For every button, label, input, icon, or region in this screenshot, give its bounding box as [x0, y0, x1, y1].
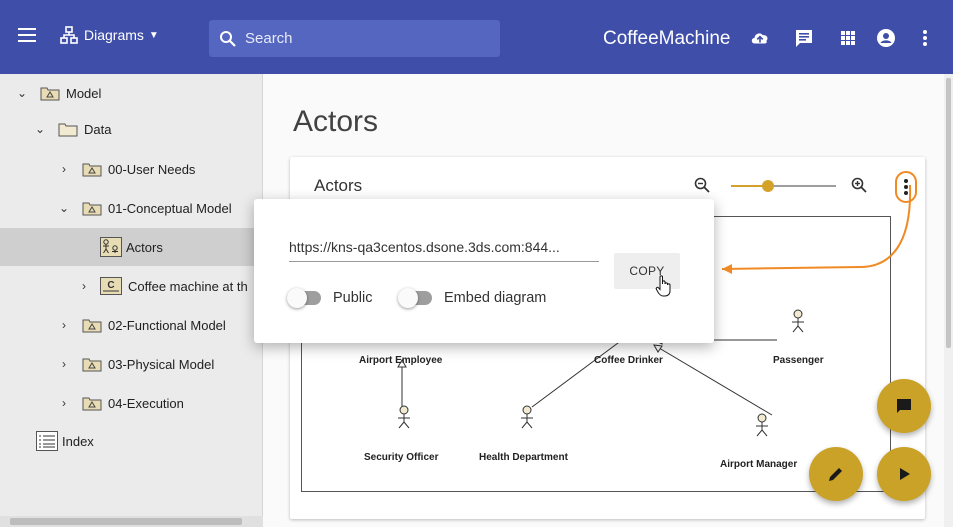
tree-item-execution[interactable]: › 04-Execution: [0, 384, 262, 422]
tree-item-label: Data: [84, 121, 112, 137]
chevron-down-icon[interactable]: ⌄: [34, 122, 46, 136]
model-folder-icon: [82, 397, 102, 410]
actors-diagram-icon: [100, 237, 122, 257]
page-title: Actors: [293, 105, 379, 138]
model-folder-icon: [82, 319, 102, 332]
chevron-right-icon[interactable]: ›: [58, 318, 70, 332]
actor-label: Passenger: [773, 355, 824, 366]
tree-item-data[interactable]: ⌄ Data: [0, 110, 262, 148]
model-folder-icon: [82, 202, 102, 215]
account-icon[interactable]: [876, 28, 896, 48]
folder-icon: [58, 123, 78, 136]
tree-item-label: Coffee machine at th: [128, 278, 248, 294]
share-dialog: https://kns-qa3centos.dsone.3ds.com:844.…: [254, 199, 714, 343]
tree-item-index[interactable]: Index: [0, 422, 262, 460]
public-toggle-label: Public: [333, 290, 373, 306]
hand-cursor-icon: [655, 275, 671, 297]
app-title: CoffeeMachine: [603, 28, 731, 49]
chat-icon[interactable]: [794, 28, 814, 48]
svg-text:C: C: [107, 280, 114, 291]
menu-icon[interactable]: [18, 28, 36, 42]
index-icon: [36, 431, 58, 451]
diagram-icon: [60, 26, 78, 44]
model-tree-sidebar: ⌄ Model ⌄ Data › 00-User Needs ⌄ 01-Conc…: [0, 74, 263, 527]
sidebar-horizontal-scrollbar[interactable]: [0, 516, 263, 527]
model-folder-icon: [82, 163, 102, 176]
comment-icon: [897, 399, 911, 413]
diagrams-label: Diagrams: [84, 27, 144, 43]
tree-item-label: 01-Conceptual Model: [108, 200, 232, 216]
cloud-upload-icon[interactable]: [750, 28, 770, 48]
embed-toggle-label: Embed diagram: [444, 290, 547, 306]
play-fab[interactable]: [877, 447, 931, 501]
chevron-right-icon[interactable]: ›: [58, 162, 70, 176]
tree-item-functional-model[interactable]: › 02-Functional Model: [0, 306, 262, 344]
actor-label: Security Officer: [364, 452, 439, 463]
chevron-right-icon[interactable]: ›: [78, 279, 90, 293]
actor-label: Airport Manager: [720, 459, 798, 470]
tree-item-model[interactable]: ⌄ Model: [0, 74, 262, 112]
chevron-right-icon[interactable]: ›: [58, 396, 70, 410]
tree-item-user-needs[interactable]: › 00-User Needs: [0, 150, 262, 188]
tree-item-label: 00-User Needs: [108, 161, 196, 177]
public-toggle-switch[interactable]: [287, 288, 321, 308]
tree-item-label: Index: [62, 433, 94, 449]
diagrams-menu-button[interactable]: Diagrams ▼: [60, 26, 159, 44]
tree-item-label: Model: [66, 85, 102, 101]
search-box[interactable]: [209, 20, 500, 57]
tree-item-actors[interactable]: Actors: [0, 228, 262, 266]
tree-item-physical-model[interactable]: › 03-Physical Model: [0, 345, 262, 383]
edit-icon: [829, 468, 842, 481]
play-icon: [900, 468, 910, 480]
apps-grid-icon[interactable]: [838, 28, 858, 48]
model-folder-icon: [40, 87, 60, 100]
main-vertical-scrollbar[interactable]: [944, 74, 953, 527]
tree-item-label: 03-Physical Model: [108, 356, 215, 372]
chevron-down-icon[interactable]: ⌄: [58, 201, 70, 215]
top-app-bar: Diagrams ▼ CoffeeMachine: [0, 0, 953, 74]
tree-item-conceptual-model[interactable]: ⌄ 01-Conceptual Model: [0, 189, 262, 227]
tree-item-label: 02-Functional Model: [108, 317, 226, 333]
embed-diagram-toggle[interactable]: Embed diagram: [398, 288, 547, 308]
share-url-field[interactable]: https://kns-qa3centos.dsone.3ds.com:844.…: [289, 239, 599, 262]
actor-label: Coffee Drinker: [594, 355, 663, 366]
tree-item-coffee-machine[interactable]: › C Coffee machine at th: [0, 267, 262, 305]
caret-down-icon: ▼: [148, 29, 159, 41]
search-input[interactable]: [245, 30, 485, 47]
highlight-arrow: [721, 185, 912, 274]
embed-toggle-switch[interactable]: [398, 288, 432, 308]
tree-item-label: Actors: [126, 239, 163, 255]
edit-fab[interactable]: [809, 447, 863, 501]
chevron-down-icon[interactable]: ⌄: [16, 86, 28, 100]
tree-item-label: 04-Execution: [108, 395, 184, 411]
chevron-right-icon[interactable]: ›: [58, 357, 70, 371]
actor-label: Health Department: [479, 452, 568, 463]
more-vert-icon[interactable]: [920, 28, 930, 48]
search-icon: [220, 30, 236, 47]
public-toggle[interactable]: Public: [287, 288, 373, 308]
class-diagram-icon: C: [100, 277, 122, 295]
actor-label: Airport Employee: [359, 355, 443, 366]
comment-fab[interactable]: [877, 379, 931, 433]
model-folder-icon: [82, 358, 102, 371]
diagram-card-title: Actors: [314, 176, 363, 195]
